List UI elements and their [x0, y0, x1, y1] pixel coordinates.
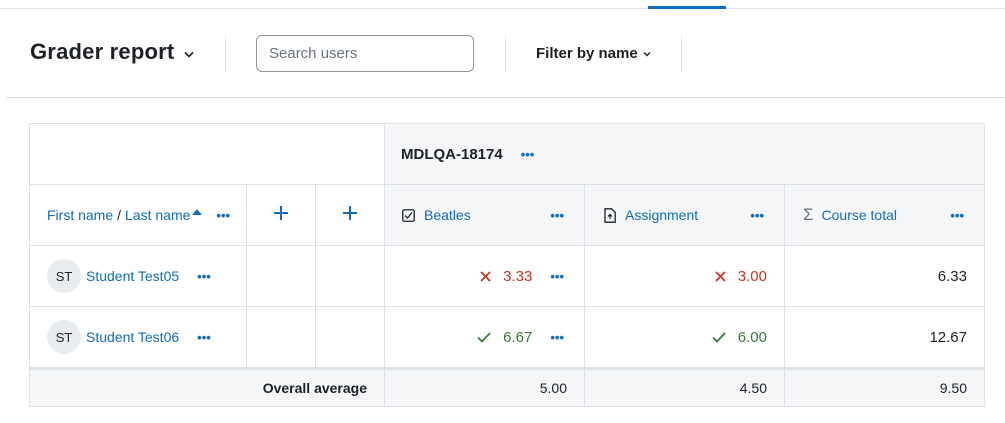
grade-cell[interactable]: 6.00 — [585, 307, 785, 368]
grade-value: 3.33 — [503, 267, 533, 285]
grade-cell[interactable]: 3.00 — [585, 246, 785, 307]
student-name-link[interactable]: Student Test06 — [86, 329, 179, 345]
assignment-column-header: Assignment ••• — [585, 185, 785, 246]
plus-icon — [274, 205, 288, 225]
cross-icon — [480, 270, 491, 282]
more-options-icon[interactable]: ••• — [550, 208, 564, 223]
empty-cell — [247, 307, 316, 368]
grade-cell[interactable]: 6.67 ••• — [385, 307, 585, 368]
check-icon — [712, 331, 726, 343]
table-row: ST Student Test05 ••• — [29, 246, 247, 307]
check-icon — [477, 331, 491, 343]
average-cell: 9.50 — [785, 368, 985, 407]
more-options-icon[interactable]: ••• — [550, 269, 564, 284]
checkbox-icon — [402, 208, 415, 222]
beatles-column-header: Beatles ••• — [385, 185, 585, 246]
add-column-button[interactable] — [316, 185, 385, 246]
sort-last-name-link[interactable]: Last name — [125, 207, 190, 223]
course-total-cell: 6.33 — [785, 246, 985, 307]
average-cell: 4.50 — [585, 368, 785, 407]
more-options-icon[interactable]: ••• — [521, 147, 535, 162]
sort-first-name-link[interactable]: First name — [47, 207, 113, 223]
empty-header-cell — [29, 123, 385, 185]
empty-cell — [316, 246, 385, 307]
avatar: ST — [47, 259, 81, 293]
more-options-icon[interactable]: ••• — [197, 330, 211, 345]
add-column-button[interactable] — [247, 185, 316, 246]
student-name-link[interactable]: Student Test05 — [86, 268, 179, 284]
name-separator: / — [117, 207, 122, 223]
name-column-header: First name / Last name ••• — [29, 185, 247, 246]
average-label: Overall average — [262, 380, 367, 396]
sort-asc-icon — [192, 202, 203, 220]
avatar: ST — [47, 320, 81, 354]
more-options-icon[interactable]: ••• — [550, 330, 564, 345]
table-row: ST Student Test06 ••• — [29, 307, 247, 368]
category-header: MDLQA-18174 ••• — [385, 123, 985, 185]
sigma-icon: Σ — [803, 205, 814, 224]
course-total-link[interactable]: Course total — [822, 207, 897, 223]
more-options-icon[interactable]: ••• — [216, 208, 230, 223]
plus-icon — [343, 205, 357, 225]
grade-value: 6.00 — [737, 328, 767, 346]
empty-cell — [247, 246, 316, 307]
assignment-icon — [604, 207, 616, 223]
cross-icon — [715, 270, 726, 282]
more-options-icon[interactable]: ••• — [950, 208, 964, 223]
average-label-cell: Overall average — [29, 368, 385, 407]
grade-cell[interactable]: 3.33 ••• — [385, 246, 585, 307]
beatles-link[interactable]: Beatles — [424, 207, 471, 223]
average-cell: 5.00 — [385, 368, 585, 407]
assignment-link[interactable]: Assignment — [625, 207, 698, 223]
average-value: 5.00 — [539, 380, 567, 396]
course-total-cell: 12.67 — [785, 307, 985, 368]
more-options-icon[interactable]: ••• — [197, 269, 211, 284]
course-total-value: 6.33 — [937, 267, 967, 285]
grader-table: MDLQA-18174 ••• First name / Last name •… — [0, 0, 1005, 423]
empty-cell — [316, 307, 385, 368]
average-value: 9.50 — [939, 380, 967, 396]
more-options-icon[interactable]: ••• — [750, 208, 764, 223]
grade-value: 6.67 — [503, 328, 533, 346]
category-name: MDLQA-18174 — [401, 145, 503, 163]
grade-value: 3.00 — [737, 267, 767, 285]
average-value: 4.50 — [739, 380, 767, 396]
course-total-column-header: Σ Course total ••• — [785, 185, 985, 246]
course-total-value: 12.67 — [929, 328, 967, 346]
